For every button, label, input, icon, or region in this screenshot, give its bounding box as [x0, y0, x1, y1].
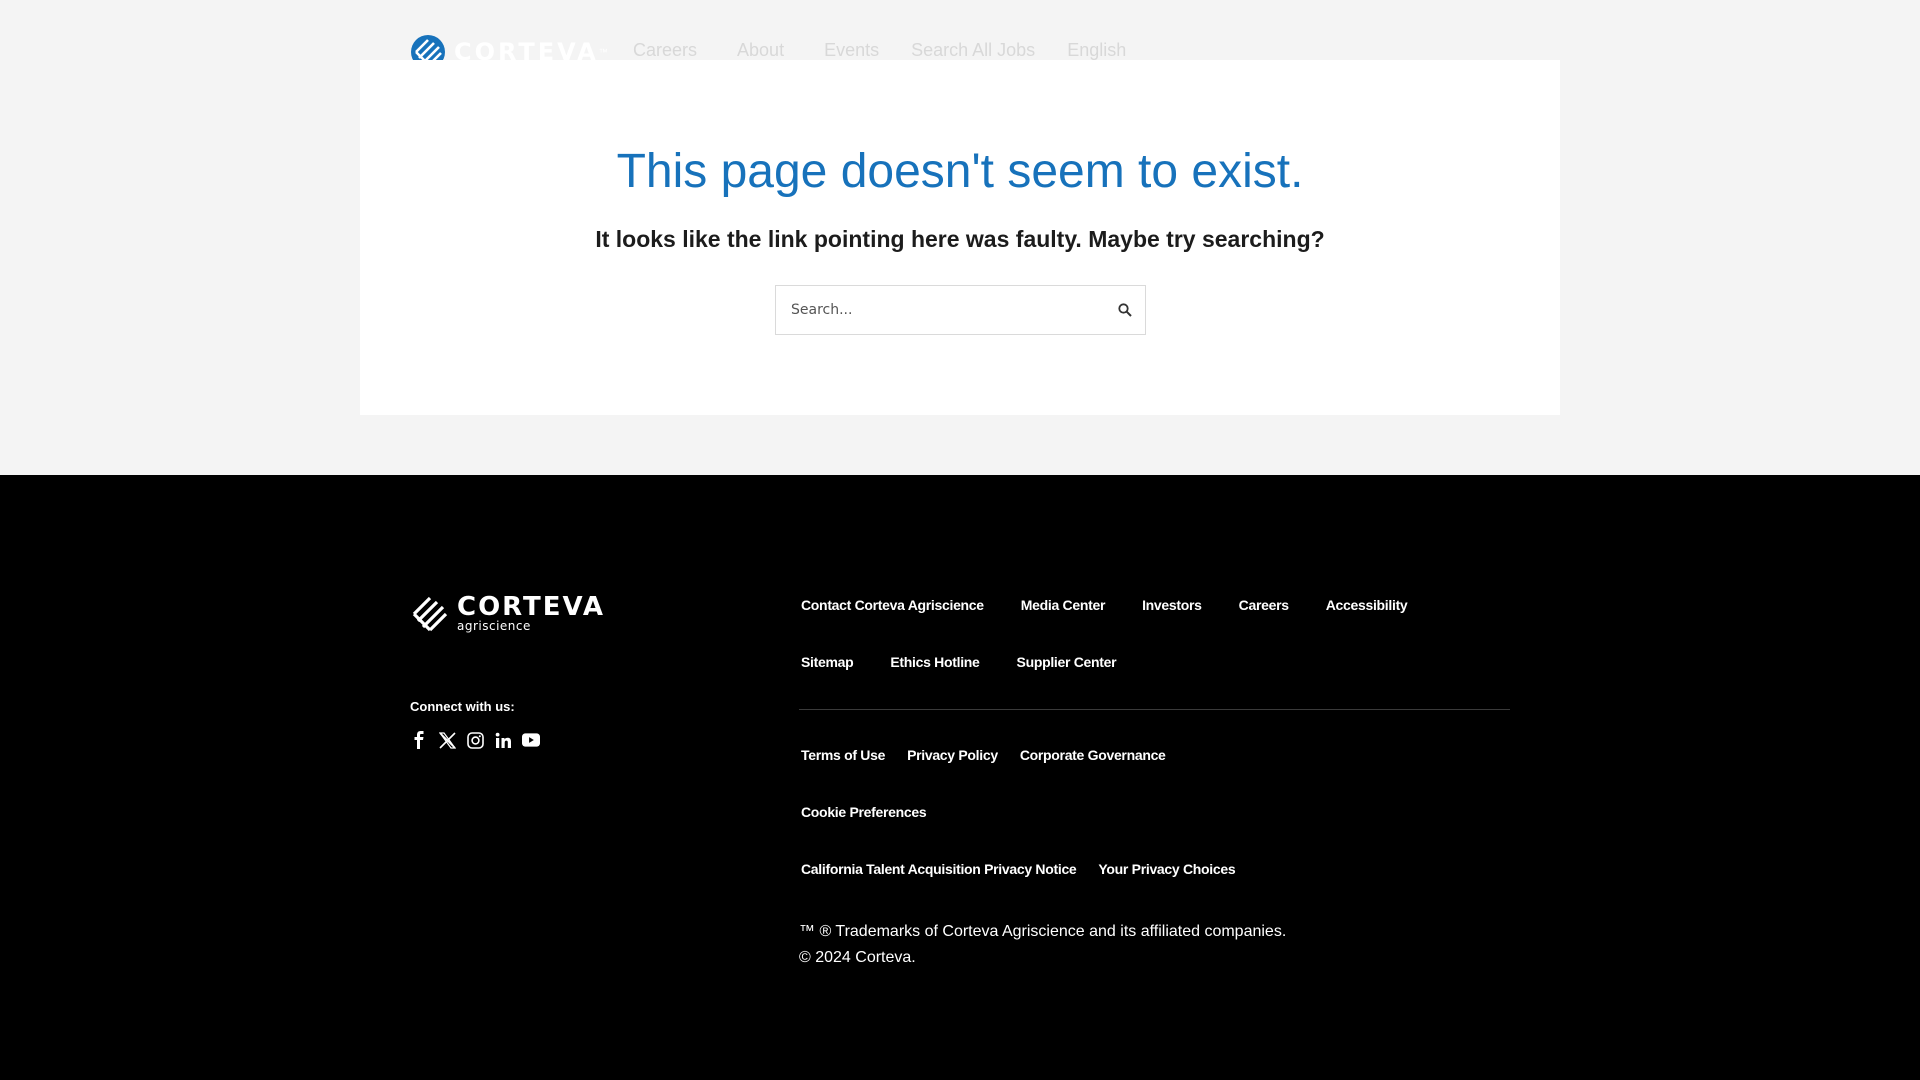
- link-careers[interactable]: Careers: [1239, 597, 1289, 613]
- legal-notice: ™ ® Trademarks of Corteva Agriscience an…: [799, 919, 1286, 971]
- nav-events[interactable]: Events: [824, 40, 879, 61]
- link-investors[interactable]: Investors: [1142, 597, 1202, 613]
- connect-label: Connect with us:: [410, 699, 515, 714]
- link-sitemap[interactable]: Sitemap: [801, 654, 854, 670]
- footer-divider: [799, 709, 1510, 710]
- footer-logo[interactable]: CORTEVA agriscience: [410, 594, 605, 634]
- link-corporate-governance[interactable]: Corporate Governance: [1020, 747, 1166, 763]
- search-icon: [1118, 303, 1132, 317]
- footer-brand: CORTEVA: [457, 592, 606, 622]
- page-subtitle: It looks like the link pointing here was…: [595, 226, 1325, 252]
- link-ethics-hotline[interactable]: Ethics Hotline: [890, 654, 979, 670]
- x-icon[interactable]: [438, 731, 456, 749]
- search-button[interactable]: [1105, 286, 1145, 334]
- main-nav: Careers About Events Search All Jobs Eng…: [633, 40, 1126, 61]
- link-supplier-center[interactable]: Supplier Center: [1017, 654, 1117, 670]
- instagram-icon[interactable]: [466, 731, 484, 749]
- footer-legal-links: Terms of Use Privacy Policy Corporate Go…: [801, 747, 1166, 763]
- link-your-privacy-choices[interactable]: Your Privacy Choices: [1098, 861, 1235, 877]
- search-form: [775, 285, 1146, 335]
- nav-search-all-jobs[interactable]: Search All Jobs: [911, 40, 1035, 61]
- footer-cookie-links: Cookie Preferences: [801, 804, 927, 820]
- site-footer: CORTEVA agriscience Connect with us: Con…: [0, 475, 1920, 1080]
- link-cookie-preferences[interactable]: Cookie Preferences: [801, 804, 927, 820]
- link-terms-of-use[interactable]: Terms of Use: [801, 747, 885, 763]
- footer-links-secondary: Sitemap Ethics Hotline Supplier Center: [801, 654, 1117, 670]
- link-contact[interactable]: Contact Corteva Agriscience: [801, 597, 984, 613]
- page-title: This page doesn't seem to exist.: [616, 145, 1304, 198]
- youtube-icon[interactable]: [522, 731, 540, 749]
- search-input[interactable]: [776, 286, 1105, 334]
- linkedin-icon[interactable]: [494, 731, 512, 749]
- nav-about[interactable]: About: [737, 40, 784, 61]
- footer-links-primary: Contact Corteva Agriscience Media Center…: [801, 597, 1408, 613]
- facebook-icon[interactable]: [410, 731, 428, 749]
- link-privacy-policy[interactable]: Privacy Policy: [907, 747, 998, 763]
- social-links: [410, 731, 540, 749]
- footer-privacy-links: California Talent Acquisition Privacy No…: [801, 861, 1236, 877]
- trademark-text: ™ ® Trademarks of Corteva Agriscience an…: [799, 923, 1287, 940]
- error-card: This page doesn't seem to exist. It look…: [360, 60, 1560, 415]
- corteva-mark-icon: [412, 596, 448, 632]
- nav-careers[interactable]: Careers: [633, 40, 697, 61]
- link-media-center[interactable]: Media Center: [1021, 597, 1106, 613]
- link-accessibility[interactable]: Accessibility: [1326, 597, 1408, 613]
- nav-language[interactable]: English: [1067, 40, 1126, 61]
- link-california-privacy-notice[interactable]: California Talent Acquisition Privacy No…: [801, 861, 1077, 877]
- copyright-text: © 2024 Corteva.: [799, 949, 916, 966]
